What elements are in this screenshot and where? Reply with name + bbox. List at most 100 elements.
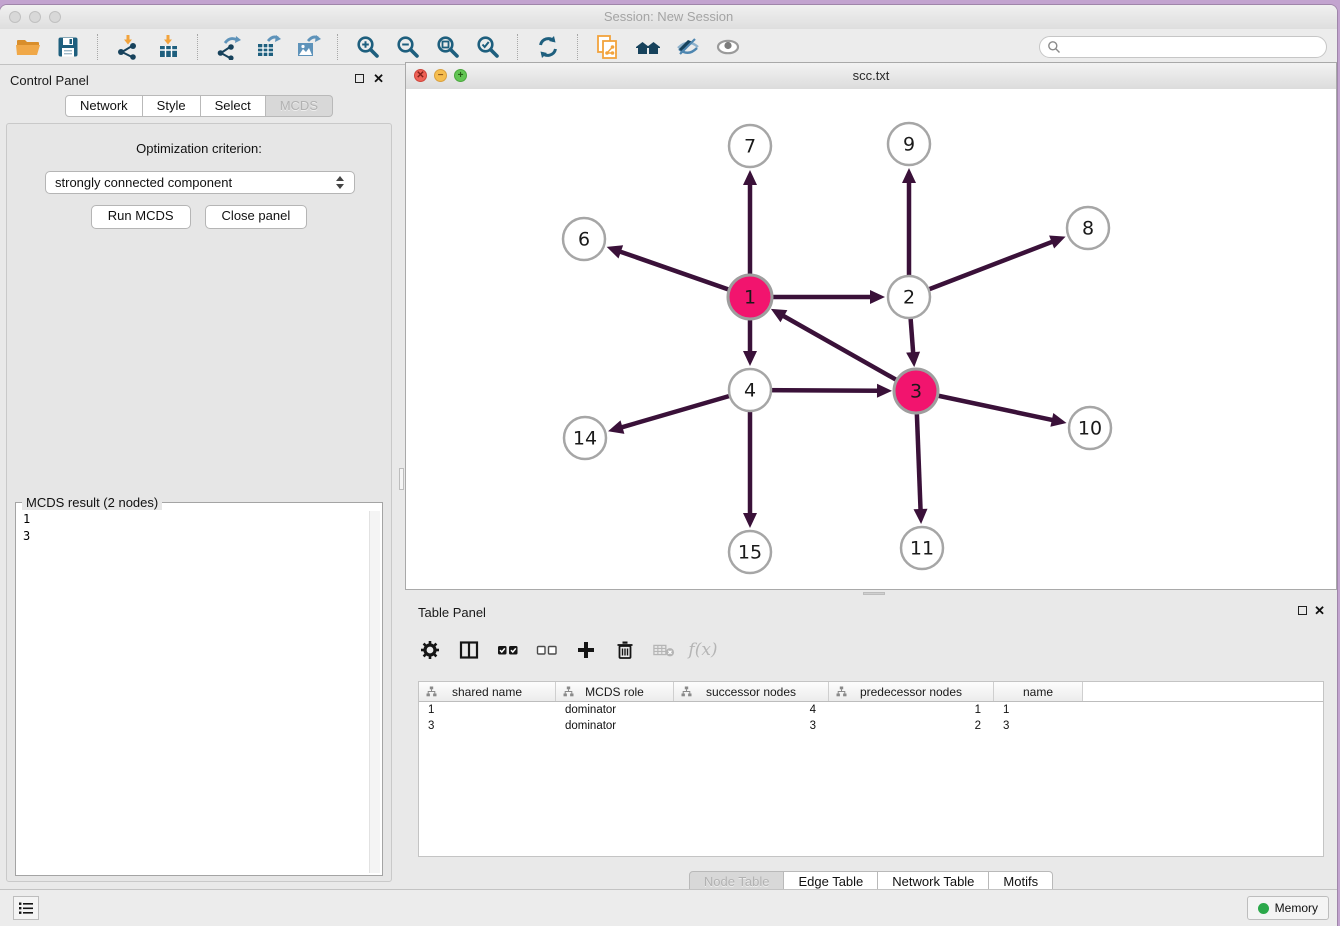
control-panel-tabs: Network Style Select MCDS — [0, 95, 398, 117]
toolbar-separator — [197, 34, 199, 60]
show-details-icon[interactable] — [713, 32, 743, 62]
home-icon[interactable] — [633, 32, 663, 62]
graph-edge-arrowhead — [902, 168, 916, 183]
splitter-grip[interactable] — [863, 592, 885, 595]
save-session-icon[interactable] — [53, 32, 83, 62]
task-history-button[interactable] — [13, 896, 39, 920]
graph-edge-2-8[interactable] — [909, 241, 1053, 297]
network-view-titlebar: ✕ − + scc.txt — [406, 63, 1336, 90]
column-type-icon — [426, 686, 437, 697]
run-mcds-button[interactable]: Run MCDS — [91, 205, 191, 229]
splitter-grip[interactable] — [399, 468, 404, 490]
graph-edge-arrowhead — [743, 170, 757, 185]
table-settings-gear-icon[interactable] — [419, 639, 441, 661]
close-panel-button[interactable]: Close panel — [205, 205, 308, 229]
list-icon — [18, 900, 34, 916]
table-toolbar: f(x) — [419, 633, 714, 667]
cell-name[interactable]: 3 — [994, 720, 1083, 732]
cell-mcds-role[interactable]: dominator — [556, 720, 674, 732]
control-panel-title: Control Panel — [10, 73, 89, 88]
import-table-icon[interactable] — [153, 32, 183, 62]
function-builder-icon[interactable]: f(x) — [692, 639, 714, 661]
tab-mcds[interactable]: MCDS — [266, 95, 333, 117]
network-canvas[interactable]: 7968124314101511 — [406, 89, 1336, 589]
tab-select[interactable]: Select — [201, 95, 266, 117]
mcds-result-group: MCDS result (2 nodes) 1 3 — [15, 502, 383, 876]
network-file-icon[interactable] — [593, 32, 623, 62]
select-all-icon[interactable] — [497, 639, 519, 661]
search-icon — [1047, 40, 1061, 54]
cell-name[interactable]: 1 — [994, 704, 1083, 716]
graph-edge-arrowhead — [906, 352, 920, 367]
table-panel-title: Table Panel — [418, 605, 486, 620]
add-row-icon[interactable] — [575, 639, 597, 661]
graph-edge-arrowhead — [607, 245, 623, 258]
node-table[interactable]: shared name MCDS role successor nodes pr… — [418, 681, 1324, 857]
memory-label: Memory — [1275, 901, 1318, 915]
float-panel-icon[interactable] — [1298, 606, 1307, 615]
table-row[interactable]: 1 dominator 4 1 1 — [419, 702, 1323, 718]
column-type-icon — [563, 686, 574, 697]
main-window: Session: New Session — [0, 5, 1337, 926]
hide-details-icon[interactable] — [673, 32, 703, 62]
cell-mcds-role[interactable]: dominator — [556, 704, 674, 716]
graph-node-label: 1 — [744, 287, 756, 309]
tab-network[interactable]: Network — [65, 95, 143, 117]
cell-predecessor-nodes[interactable]: 1 — [829, 704, 994, 716]
vertical-splitter[interactable] — [398, 65, 405, 890]
open-session-icon[interactable] — [13, 32, 43, 62]
graph-edge-arrowhead — [1050, 413, 1066, 427]
column-header-shared-name[interactable]: shared name — [419, 682, 556, 701]
mcds-result-title: MCDS result (2 nodes) — [22, 495, 162, 510]
zoom-in-icon[interactable] — [353, 32, 383, 62]
control-panel-header: Control Panel ✕ — [0, 65, 398, 95]
delete-row-icon[interactable] — [614, 639, 636, 661]
column-header-mcds-role[interactable]: MCDS role — [556, 682, 674, 701]
cell-predecessor-nodes[interactable]: 2 — [829, 720, 994, 732]
graph-node-label: 4 — [744, 380, 756, 402]
export-image-icon[interactable] — [293, 32, 323, 62]
search-box[interactable] — [1039, 36, 1327, 58]
cell-successor-nodes[interactable]: 4 — [674, 704, 829, 716]
zoom-selected-icon[interactable] — [473, 32, 503, 62]
column-header-predecessor-nodes[interactable]: predecessor nodes — [829, 682, 994, 701]
main-toolbar — [0, 29, 1337, 65]
close-panel-icon[interactable]: ✕ — [373, 71, 384, 87]
cell-shared-name[interactable]: 1 — [419, 704, 556, 716]
result-scrollbar[interactable] — [369, 511, 380, 873]
refresh-layout-icon[interactable] — [533, 32, 563, 62]
export-table-icon[interactable] — [253, 32, 283, 62]
cell-shared-name[interactable]: 3 — [419, 720, 556, 732]
zoom-fit-icon[interactable] — [433, 32, 463, 62]
memory-button[interactable]: Memory — [1247, 896, 1329, 920]
network-view-title: scc.txt — [406, 68, 1336, 83]
column-type-icon — [681, 686, 692, 697]
show-columns-icon[interactable] — [458, 639, 480, 661]
network-graph[interactable]: 7968124314101511 — [406, 89, 1336, 590]
horizontal-splitter[interactable] — [405, 590, 1337, 597]
memory-status-icon — [1258, 903, 1269, 914]
column-type-icon — [836, 686, 847, 697]
graph-node-label: 14 — [573, 428, 597, 450]
search-input[interactable] — [1065, 38, 1326, 56]
tab-style[interactable]: Style — [143, 95, 201, 117]
deselect-all-icon[interactable] — [536, 639, 558, 661]
graph-node-label: 15 — [738, 542, 762, 564]
table-header-row: shared name MCDS role successor nodes pr… — [419, 682, 1323, 702]
criterion-dropdown[interactable]: strongly connected component — [45, 171, 355, 194]
status-bar: Memory — [0, 889, 1337, 926]
graph-edge-arrowhead — [743, 513, 757, 528]
export-network-icon[interactable] — [213, 32, 243, 62]
table-row[interactable]: 3 dominator 3 2 3 — [419, 718, 1323, 734]
column-header-successor-nodes[interactable]: successor nodes — [674, 682, 829, 701]
desktop: Session: New Session — [0, 0, 1340, 926]
table-panel: Table Panel ✕ — [405, 597, 1337, 890]
delete-table-icon[interactable] — [653, 639, 675, 661]
column-header-name[interactable]: name — [994, 682, 1083, 701]
cell-successor-nodes[interactable]: 3 — [674, 720, 829, 732]
import-network-icon[interactable] — [113, 32, 143, 62]
mcds-result-text[interactable]: 1 3 — [18, 511, 370, 873]
float-panel-icon[interactable] — [355, 74, 364, 83]
zoom-out-icon[interactable] — [393, 32, 423, 62]
close-panel-icon[interactable]: ✕ — [1314, 603, 1325, 619]
